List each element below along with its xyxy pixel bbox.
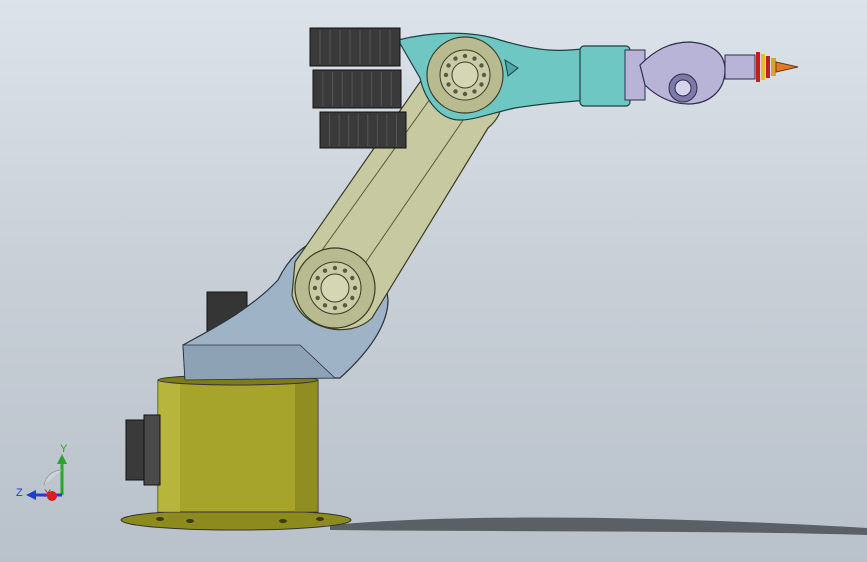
- base-motor-cap: [143, 414, 161, 486]
- ground-shadow: [330, 517, 867, 535]
- bolt: [350, 275, 355, 281]
- wrist-rotary[interactable]: [579, 45, 631, 107]
- bolt: [342, 268, 348, 273]
- triad-arc: [43, 469, 63, 486]
- bolt: [350, 295, 355, 301]
- bolt: [472, 89, 477, 94]
- wrist-bearing-inner: [674, 79, 692, 97]
- elbow-joint[interactable]: [426, 36, 504, 114]
- bolt: [446, 82, 451, 87]
- bolt: [322, 303, 328, 308]
- bolt: [453, 89, 458, 94]
- y-axis-label: Y: [60, 443, 68, 455]
- bolt: [312, 285, 318, 291]
- tool-rings: [756, 52, 776, 82]
- base-cylinder-shade: [158, 380, 180, 512]
- bolt: [443, 72, 449, 78]
- bolt: [481, 72, 487, 78]
- bolt: [332, 265, 338, 271]
- bolt: [322, 268, 328, 273]
- bolt: [479, 63, 484, 68]
- bolt: [315, 295, 320, 301]
- x-axis-label: X: [44, 488, 52, 500]
- base-cylinder[interactable]: [157, 379, 319, 513]
- bolt: [462, 91, 468, 97]
- tool-tip[interactable]: [775, 61, 799, 73]
- bolt: [462, 53, 468, 59]
- z-axis-label: Z: [16, 487, 23, 499]
- z-axis-arrow-icon: [26, 490, 36, 500]
- bolt: [479, 82, 484, 87]
- tool-flange[interactable]: [724, 54, 756, 80]
- bolt: [472, 56, 477, 61]
- base-flange[interactable]: [120, 509, 352, 531]
- bolt: [315, 275, 320, 281]
- bolt: [352, 285, 358, 291]
- bolt: [332, 305, 338, 311]
- bolt: [342, 303, 348, 308]
- robot-arm-model[interactable]: [0, 0, 867, 562]
- graphics-viewport[interactable]: Y Z X: [0, 0, 867, 562]
- bolt: [446, 63, 451, 68]
- shoulder-joint[interactable]: [294, 247, 376, 329]
- bolt: [453, 56, 458, 61]
- y-axis-arrow-icon: [57, 454, 67, 464]
- base-cylinder-shade-right: [295, 380, 318, 512]
- orientation-triad[interactable]: Y Z X: [14, 440, 74, 510]
